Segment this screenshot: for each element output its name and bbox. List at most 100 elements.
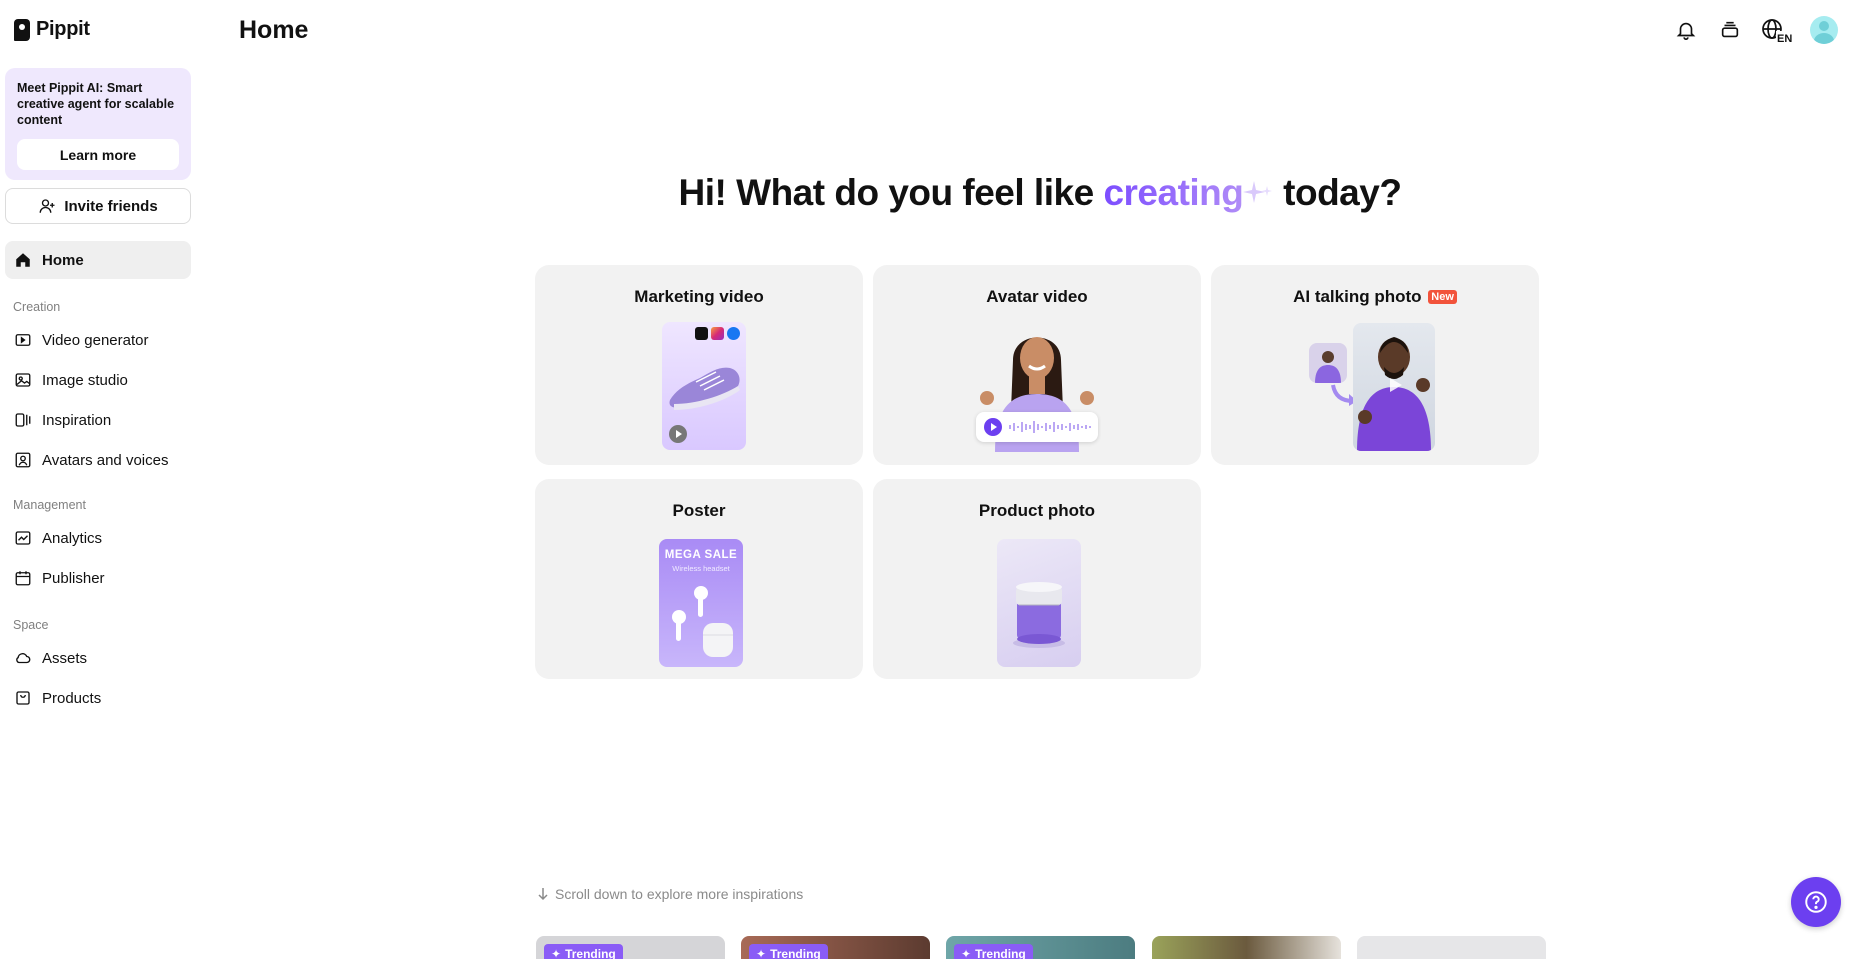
card-title-text: AI talking photo bbox=[1293, 287, 1422, 306]
avatar-video-thumbnail bbox=[973, 320, 1101, 452]
card-ai-talking-photo[interactable]: AI talking photo New bbox=[1211, 265, 1539, 465]
inspiration-card[interactable] bbox=[1152, 936, 1341, 959]
home-icon bbox=[16, 253, 30, 267]
credits-icon bbox=[1721, 21, 1739, 38]
arrow-down-icon bbox=[538, 888, 548, 901]
sidebar-item-products[interactable]: Products bbox=[5, 679, 191, 717]
tiktok-icon bbox=[695, 327, 708, 340]
pippit-logo[interactable]: Pippit bbox=[14, 18, 90, 41]
chart-icon bbox=[15, 531, 31, 545]
notifications-button[interactable] bbox=[1672, 16, 1700, 44]
sidebar-item-label: Home bbox=[42, 251, 84, 269]
section-space: Space bbox=[13, 618, 49, 632]
trending-badge: ✦ Trending bbox=[544, 944, 623, 959]
sidebar-item-label: Image studio bbox=[42, 371, 128, 389]
card-avatar-video[interactable]: Avatar video bbox=[873, 265, 1201, 465]
scroll-hint: Scroll down to explore more inspirations bbox=[537, 886, 803, 902]
trending-label: Trending bbox=[975, 947, 1026, 959]
social-icons bbox=[695, 327, 740, 340]
sidebar-item-video-generator[interactable]: Video generator bbox=[5, 321, 191, 359]
question-icon bbox=[1805, 891, 1827, 913]
avatar-icon bbox=[15, 452, 31, 468]
poster-headline: MEGA SALE bbox=[664, 549, 738, 561]
promo-card: Meet Pippit AI: Smart creative agent for… bbox=[5, 68, 191, 180]
inspiration-card[interactable] bbox=[1357, 936, 1546, 959]
promo-text: Meet Pippit AI: Smart creative agent for… bbox=[17, 81, 175, 127]
earbuds-image bbox=[672, 586, 733, 657]
sidebar-item-label: Assets bbox=[42, 649, 88, 667]
sidebar-item-label: Video generator bbox=[42, 331, 149, 349]
sidebar-item-label: Products bbox=[42, 689, 102, 707]
avatar[interactable] bbox=[1810, 16, 1838, 44]
logo-icon bbox=[14, 18, 30, 41]
sidebar-item-inspiration[interactable]: Inspiration bbox=[5, 401, 191, 439]
card-product-photo[interactable]: Product photo bbox=[873, 479, 1201, 679]
card-poster[interactable]: Poster MEGA SALE Wireless headset bbox=[535, 479, 863, 679]
instagram-icon bbox=[711, 327, 724, 340]
sneaker-image bbox=[669, 367, 740, 410]
section-creation: Creation bbox=[13, 300, 61, 314]
facebook-icon bbox=[727, 327, 740, 340]
learn-more-button[interactable]: Learn more bbox=[17, 139, 179, 170]
cloud-icon bbox=[16, 653, 31, 664]
inspiration-card[interactable]: ✦ Trending bbox=[741, 936, 930, 959]
card-title: Poster bbox=[672, 501, 726, 520]
voice-waveform-bar bbox=[976, 412, 1098, 442]
sidebar-item-avatars-and-voices[interactable]: Avatars and voices bbox=[5, 441, 191, 479]
sparkle-icon: ✦ bbox=[551, 947, 562, 959]
invite-friends-label: Invite friends bbox=[64, 197, 158, 215]
sparkle-icon bbox=[1243, 181, 1273, 203]
card-title: AI talking photo New bbox=[1211, 287, 1539, 307]
invite-friends-button[interactable]: Invite friends bbox=[5, 188, 191, 224]
poster-thumbnail: MEGA SALE Wireless headset bbox=[659, 539, 743, 667]
sparkle-icon: ✦ bbox=[961, 947, 972, 959]
bag-icon bbox=[16, 691, 30, 705]
sidebar-item-home[interactable]: Home bbox=[5, 241, 191, 279]
sidebar-item-analytics[interactable]: Analytics bbox=[5, 519, 191, 557]
inspiration-card[interactable]: ✦ Trending bbox=[946, 936, 1135, 959]
sidebar-item-publisher[interactable]: Publisher bbox=[5, 559, 191, 597]
sidebar: Pippit Meet Pippit AI: Smart creative ag… bbox=[0, 0, 196, 959]
inspiration-card[interactable]: ✦ Trending bbox=[536, 936, 725, 959]
credits-button[interactable] bbox=[1716, 16, 1744, 44]
play-icon bbox=[984, 418, 1002, 436]
trending-badge: ✦ Trending bbox=[749, 944, 828, 959]
trending-label: Trending bbox=[770, 947, 821, 959]
sparkle-icon: ✦ bbox=[756, 947, 767, 959]
card-title: Avatar video bbox=[986, 287, 1088, 306]
bell-icon bbox=[1676, 22, 1696, 40]
section-management: Management bbox=[13, 498, 86, 512]
new-badge: New bbox=[1428, 290, 1457, 304]
card-title: Marketing video bbox=[634, 287, 764, 306]
sidebar-item-label: Analytics bbox=[42, 529, 103, 547]
sidebar-item-label: Publisher bbox=[42, 569, 105, 587]
card-title: Product photo bbox=[978, 501, 1096, 520]
small-photo-thumbnail bbox=[1309, 343, 1347, 383]
image-plus-icon bbox=[15, 373, 31, 387]
globe-icon: EN bbox=[1762, 19, 1794, 43]
trending-label: Trending bbox=[565, 947, 616, 959]
trending-badge: ✦ Trending bbox=[954, 944, 1033, 959]
help-button[interactable] bbox=[1791, 877, 1841, 927]
sidebar-item-assets[interactable]: Assets bbox=[5, 639, 191, 677]
card-marketing-video[interactable]: Marketing video bbox=[535, 265, 863, 465]
language-code: EN bbox=[1777, 33, 1792, 43]
sidebar-item-image-studio[interactable]: Image studio bbox=[5, 361, 191, 399]
talking-photo-thumbnail bbox=[1353, 323, 1435, 451]
sidebar-item-label: Avatars and voices bbox=[42, 451, 169, 469]
calendar-icon bbox=[15, 571, 31, 586]
marketing-video-thumbnail bbox=[662, 322, 746, 450]
poster-subheadline: Wireless headset bbox=[672, 564, 730, 573]
panels-icon bbox=[15, 413, 31, 427]
play-icon bbox=[669, 425, 687, 443]
video-plus-icon bbox=[15, 334, 31, 346]
hero-accent: creating bbox=[1103, 172, 1244, 213]
play-icon bbox=[1390, 378, 1402, 392]
language-button[interactable]: EN bbox=[1760, 16, 1794, 44]
cream-jar-image bbox=[1013, 582, 1065, 648]
sidebar-item-label: Inspiration bbox=[42, 411, 112, 429]
scroll-hint-text: Scroll down to explore more inspirations bbox=[555, 886, 804, 902]
topbar-actions: EN bbox=[1672, 16, 1838, 44]
product-photo-thumbnail bbox=[997, 539, 1081, 667]
logo-text: Pippit bbox=[36, 18, 90, 40]
